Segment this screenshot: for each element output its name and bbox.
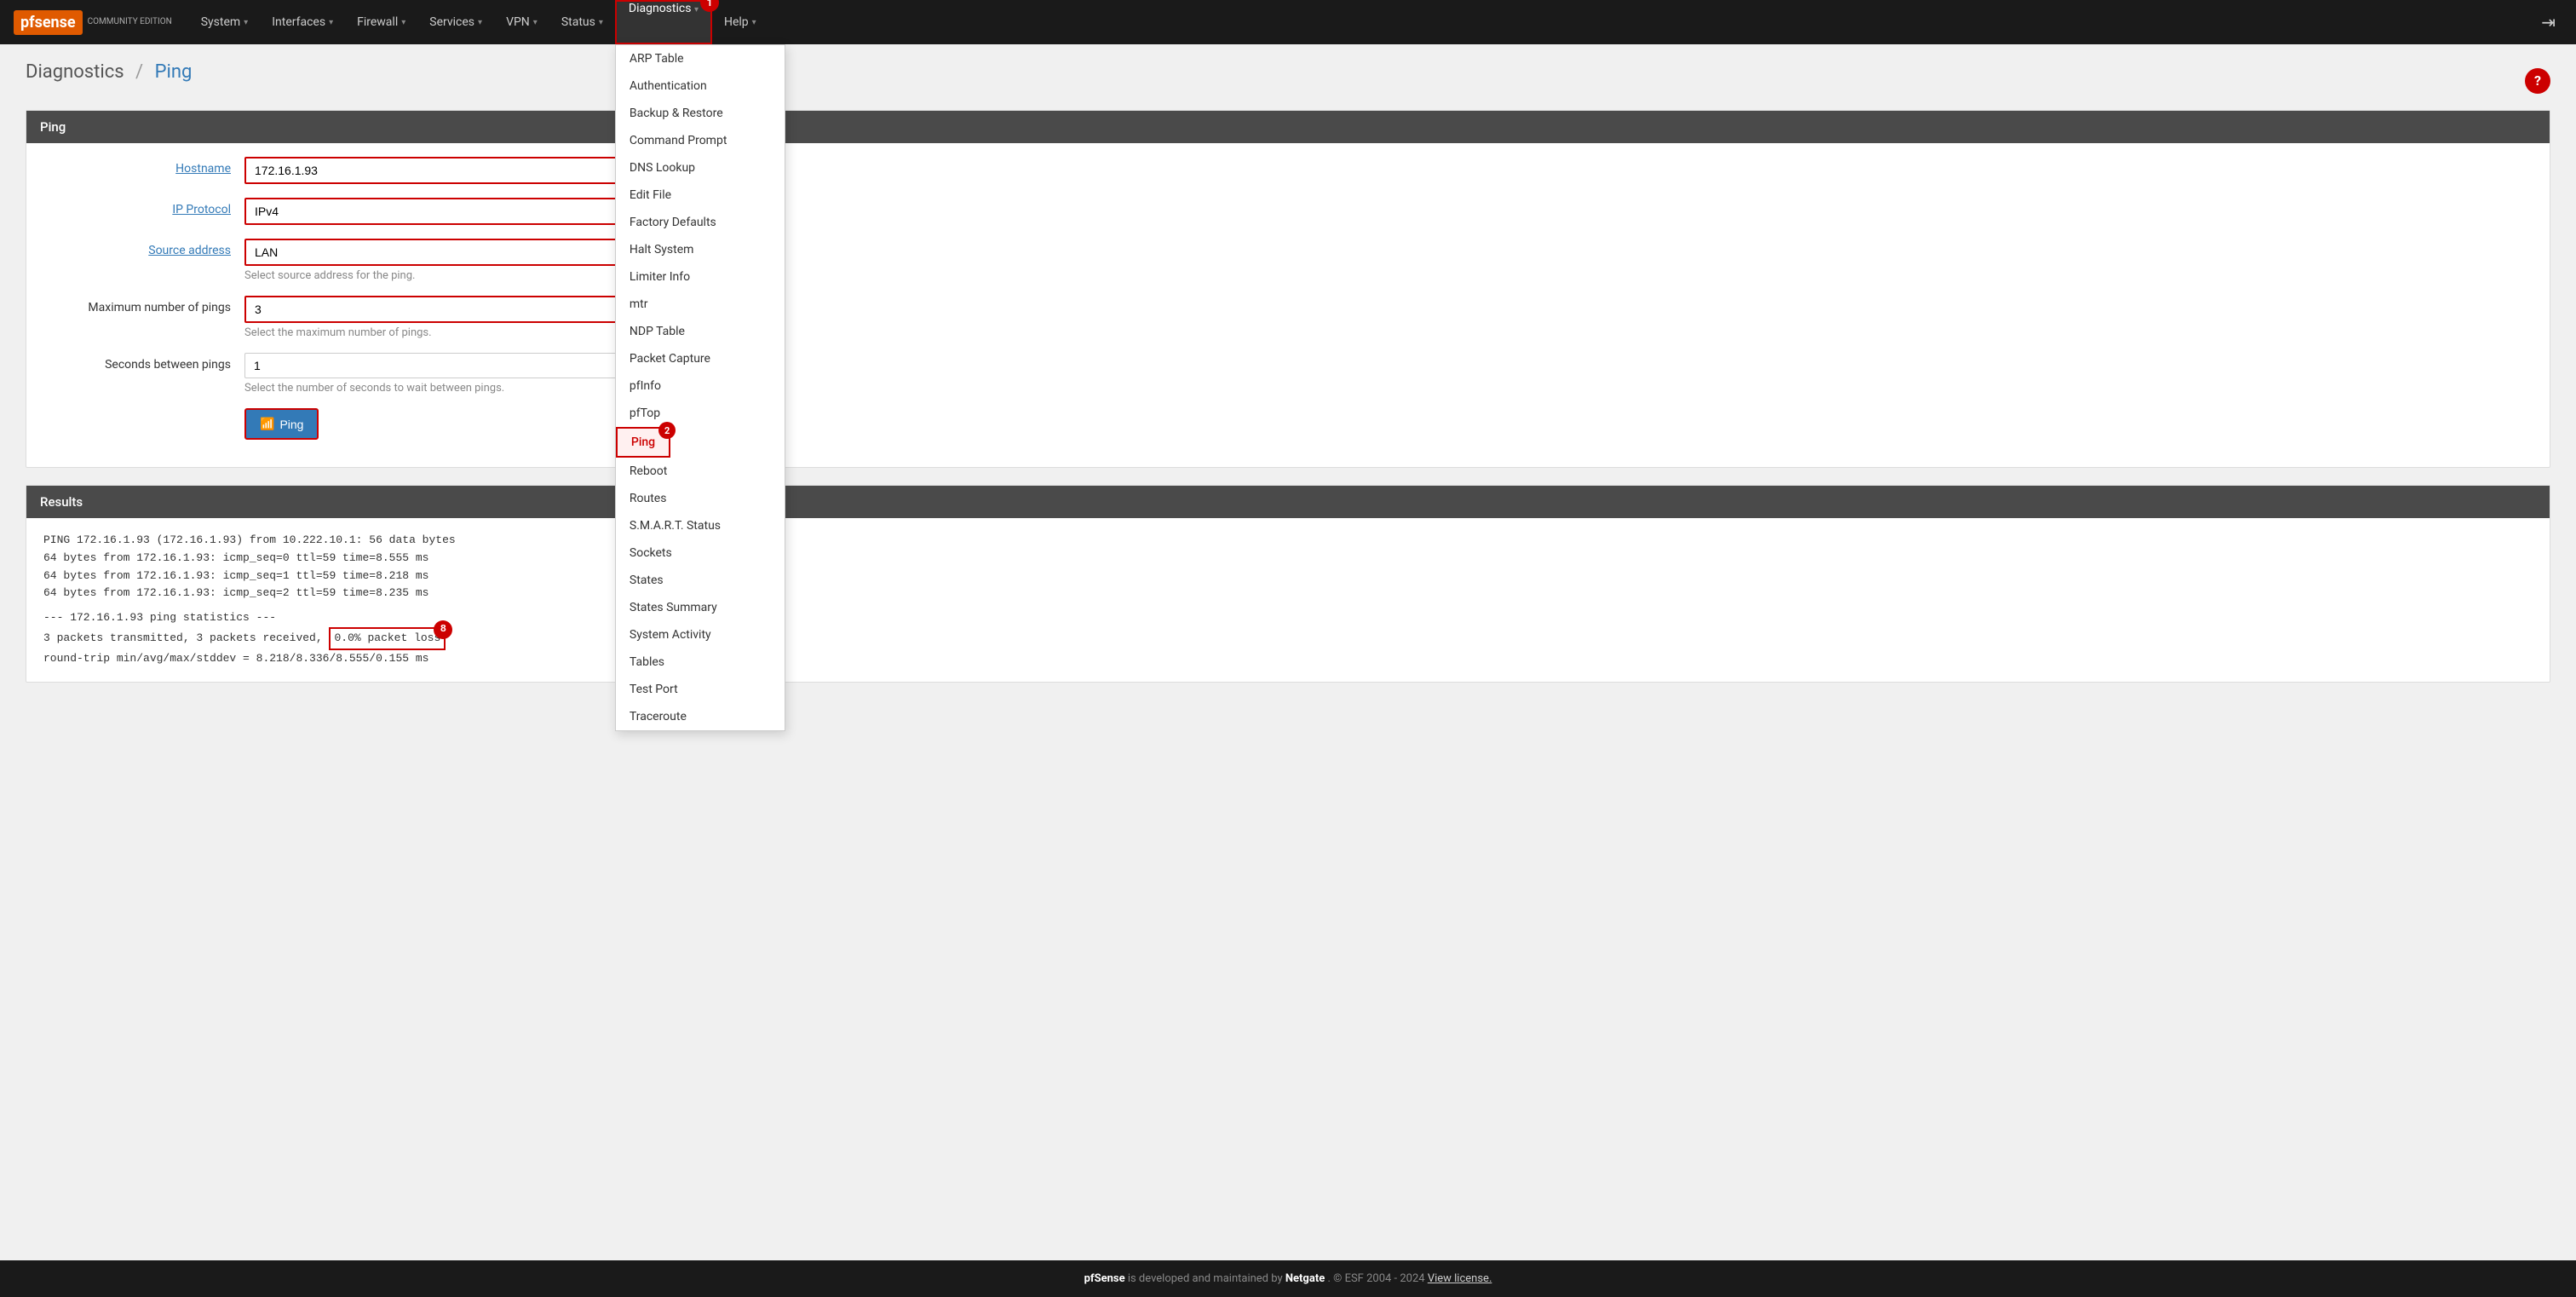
chevron-down-icon: ▾ bbox=[752, 18, 756, 27]
menu-pfinfo[interactable]: pfInfo bbox=[616, 372, 785, 400]
menu-ndp-table[interactable]: NDP Table bbox=[616, 318, 785, 345]
menu-dns-lookup[interactable]: DNS Lookup bbox=[616, 154, 785, 182]
hostname-row: Hostname 3 bbox=[43, 157, 2533, 184]
menu-sockets[interactable]: Sockets bbox=[616, 539, 785, 567]
results-panel-body: PING 172.16.1.93 (172.16.1.93) from 10.2… bbox=[26, 518, 2550, 682]
seconds-label: Seconds between pings bbox=[43, 353, 231, 372]
result-line-6: --- 172.16.1.93 ping statistics --- bbox=[43, 609, 2533, 627]
max-pings-row: Maximum number of pings 3 1 5 10 6 Selec… bbox=[43, 296, 2533, 339]
menu-backup-restore[interactable]: Backup & Restore bbox=[616, 100, 785, 127]
result-line-2: 64 bytes from 172.16.1.93: icmp_seq=0 tt… bbox=[43, 550, 2533, 568]
chevron-down-icon: ▾ bbox=[694, 5, 699, 14]
chevron-down-icon: ▾ bbox=[401, 18, 405, 27]
navbar: pfsense COMMUNITY EDITION System ▾ Inter… bbox=[0, 0, 2576, 44]
chevron-down-icon: ▾ bbox=[244, 18, 248, 27]
ping-panel-body: Hostname 3 IP Protocol IPv4 IPv6 4 bbox=[26, 143, 2550, 467]
ping-button[interactable]: 📶 Ping bbox=[244, 408, 319, 440]
result-line-1: PING 172.16.1.93 (172.16.1.93) from 10.2… bbox=[43, 532, 2533, 550]
menu-states[interactable]: States bbox=[616, 567, 785, 594]
chevron-down-icon: ▾ bbox=[599, 18, 603, 27]
ping-menu-badge: 2 bbox=[658, 422, 676, 439]
menu-authentication[interactable]: Authentication bbox=[616, 72, 785, 100]
footer-brand: pfSense bbox=[1084, 1272, 1125, 1285]
button-label-spacer bbox=[43, 408, 231, 413]
menu-test-port[interactable]: Test Port bbox=[616, 676, 785, 703]
footer: pfSense is developed and maintained by N… bbox=[0, 1260, 2576, 1297]
breadcrumb-separator: / bbox=[135, 61, 143, 83]
chevron-down-icon: ▾ bbox=[533, 18, 538, 27]
seconds-row: Seconds between pings 1 2 5 Select the n… bbox=[43, 353, 2533, 395]
nav-diagnostics-container: Diagnostics ▾ 1 ARP Table Authentication… bbox=[615, 0, 712, 44]
menu-smart-status[interactable]: S.M.A.R.T. Status bbox=[616, 512, 785, 539]
nav-interfaces[interactable]: Interfaces ▾ bbox=[260, 0, 345, 44]
menu-ping[interactable]: Ping 2 bbox=[616, 427, 670, 458]
breadcrumb: Diagnostics / Ping bbox=[26, 61, 192, 83]
ping-panel-heading: Ping bbox=[26, 111, 2550, 143]
menu-states-summary[interactable]: States Summary bbox=[616, 594, 785, 621]
menu-arp-table[interactable]: ARP Table bbox=[616, 45, 785, 72]
nav-help[interactable]: Help ▾ bbox=[712, 0, 768, 44]
chevron-down-icon: ▾ bbox=[478, 18, 482, 27]
brand-logo: pfsense bbox=[14, 10, 83, 35]
brand-edition: COMMUNITY EDITION bbox=[88, 17, 172, 27]
packet-loss-badge: 8 bbox=[434, 620, 452, 639]
results-panel: Results PING 172.16.1.93 (172.16.1.93) f… bbox=[26, 485, 2550, 683]
menu-limiter-info[interactable]: Limiter Info bbox=[616, 263, 785, 291]
nav-diagnostics[interactable]: Diagnostics ▾ 1 bbox=[615, 0, 712, 44]
menu-traceroute[interactable]: Traceroute bbox=[616, 703, 785, 730]
menu-mtr[interactable]: mtr bbox=[616, 291, 785, 318]
nav-vpn[interactable]: VPN ▾ bbox=[494, 0, 549, 44]
menu-factory-defaults[interactable]: Factory Defaults bbox=[616, 209, 785, 236]
nav-end: ⇥ bbox=[2534, 12, 2562, 32]
page-content: Diagnostics / Ping ? Ping Hostname 3 bbox=[0, 44, 2576, 1260]
button-row: 📶 Ping 7 bbox=[43, 408, 2533, 440]
nav-items: System ▾ Interfaces ▾ Firewall ▾ Service… bbox=[189, 0, 2535, 44]
help-button[interactable]: ? bbox=[2525, 68, 2550, 94]
max-pings-label: Maximum number of pings bbox=[43, 296, 231, 314]
menu-reboot[interactable]: Reboot bbox=[616, 458, 785, 485]
result-line-4: 64 bytes from 172.16.1.93: icmp_seq=2 tt… bbox=[43, 585, 2533, 602]
nav-services[interactable]: Services ▾ bbox=[417, 0, 494, 44]
menu-packet-capture[interactable]: Packet Capture bbox=[616, 345, 785, 372]
source-address-label: Source address bbox=[43, 239, 231, 257]
ip-protocol-label: IP Protocol bbox=[43, 198, 231, 216]
logout-icon[interactable]: ⇥ bbox=[2534, 5, 2562, 39]
footer-license-link[interactable]: View license. bbox=[1428, 1272, 1492, 1285]
ip-protocol-row: IP Protocol IPv4 IPv6 4 bbox=[43, 198, 2533, 225]
wifi-icon: 📶 bbox=[260, 417, 274, 431]
menu-routes[interactable]: Routes bbox=[616, 485, 785, 512]
nav-firewall[interactable]: Firewall ▾ bbox=[345, 0, 417, 44]
footer-netgate: Netgate bbox=[1285, 1272, 1325, 1285]
menu-command-prompt[interactable]: Command Prompt bbox=[616, 127, 785, 154]
menu-halt-system[interactable]: Halt System bbox=[616, 236, 785, 263]
result-line-7: 3 packets transmitted, 3 packets receive… bbox=[43, 627, 2533, 650]
source-address-row: Source address LAN WAN 5 Select source a… bbox=[43, 239, 2533, 282]
results-panel-heading: Results bbox=[26, 486, 2550, 518]
menu-pftop[interactable]: pfTop bbox=[616, 400, 785, 427]
brand: pfsense COMMUNITY EDITION bbox=[14, 10, 172, 35]
breadcrumb-current: Ping bbox=[155, 61, 193, 83]
menu-tables[interactable]: Tables bbox=[616, 648, 785, 676]
menu-edit-file[interactable]: Edit File bbox=[616, 182, 785, 209]
result-line-8: round-trip min/avg/max/stddev = 8.218/8.… bbox=[43, 650, 2533, 668]
ping-panel: Ping Hostname 3 IP Protocol IPv bbox=[26, 110, 2550, 468]
diagnostics-dropdown: ARP Table Authentication Backup & Restor… bbox=[615, 44, 785, 731]
hostname-label: Hostname bbox=[43, 157, 231, 176]
results-text: PING 172.16.1.93 (172.16.1.93) from 10.2… bbox=[43, 532, 2533, 668]
result-spacer bbox=[43, 602, 2533, 609]
nav-system[interactable]: System ▾ bbox=[189, 0, 260, 44]
menu-system-activity[interactable]: System Activity bbox=[616, 621, 785, 648]
chevron-down-icon: ▾ bbox=[329, 18, 333, 27]
footer-text: pfSense is developed and maintained by N… bbox=[1084, 1272, 1492, 1285]
nav-status[interactable]: Status ▾ bbox=[549, 0, 615, 44]
result-line-3: 64 bytes from 172.16.1.93: icmp_seq=1 tt… bbox=[43, 568, 2533, 585]
packet-loss-highlight: 0.0% packet loss 8 bbox=[329, 627, 446, 650]
